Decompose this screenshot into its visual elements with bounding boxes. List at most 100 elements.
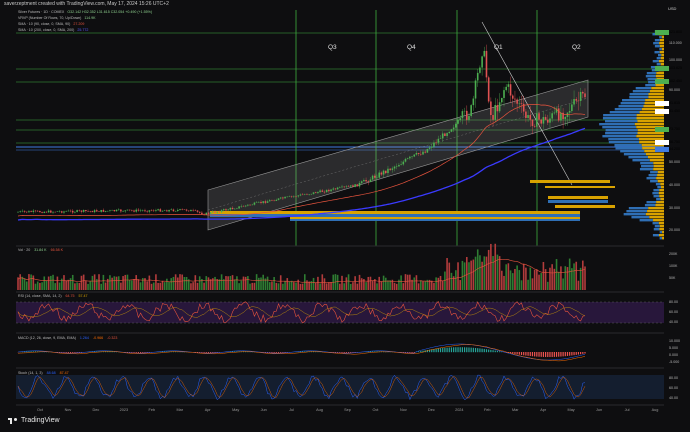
candle-body bbox=[308, 194, 310, 195]
candle-body bbox=[60, 211, 63, 213]
profile-bar-up bbox=[656, 198, 661, 201]
profile-bar-up bbox=[622, 99, 646, 102]
candle-body bbox=[25, 211, 28, 213]
volume-bar bbox=[290, 280, 293, 290]
volume-bar bbox=[546, 281, 549, 290]
volume-bar bbox=[345, 277, 348, 290]
macd-hist-bar bbox=[468, 347, 470, 353]
profile-bar-up bbox=[599, 123, 635, 126]
volume-bar bbox=[98, 274, 100, 290]
candle-body bbox=[249, 204, 251, 206]
macd-hist-bar bbox=[525, 352, 527, 356]
candle-body bbox=[505, 86, 507, 91]
profile-bar-down bbox=[659, 228, 664, 231]
profile-bar-up bbox=[652, 234, 659, 237]
candle-body bbox=[501, 97, 503, 103]
macd-hist-bar bbox=[529, 352, 531, 357]
macd-hist-bar bbox=[350, 352, 352, 353]
rsi-pane-label[interactable]: RSI (14, close, SMA, 14, 2) 64.75 57.47 bbox=[18, 294, 88, 298]
profile-bar-up bbox=[614, 144, 642, 147]
volume-bar bbox=[317, 276, 319, 290]
macd-hist-bar bbox=[492, 350, 494, 353]
volume-bar bbox=[457, 262, 459, 290]
candle-body bbox=[299, 194, 302, 196]
profile-bar-up bbox=[644, 204, 656, 207]
volume-bar bbox=[19, 274, 21, 290]
volume-bar bbox=[255, 274, 258, 290]
profile-bar-up bbox=[608, 138, 639, 141]
volume-bar bbox=[470, 260, 472, 290]
candle-body bbox=[336, 187, 339, 190]
macd-hist-bar bbox=[466, 347, 468, 353]
volume-bar bbox=[279, 275, 282, 290]
candle-body bbox=[288, 196, 291, 197]
volume-bar bbox=[551, 264, 553, 290]
macd-hist-bar bbox=[210, 352, 212, 353]
volume-bar bbox=[240, 280, 243, 290]
macd-pane-label[interactable]: MACD (12, 26, close, 9, EMA, EMA) 1.264 … bbox=[18, 336, 117, 340]
profile-bar-up bbox=[659, 231, 663, 234]
macd-hist-bar bbox=[212, 352, 214, 353]
volume-bar bbox=[36, 281, 39, 290]
candle-body bbox=[391, 168, 394, 170]
volume-bar bbox=[190, 283, 192, 290]
volume-bar bbox=[514, 268, 516, 290]
candle-body bbox=[450, 129, 453, 132]
volume-bar bbox=[536, 269, 538, 290]
volume-bar bbox=[214, 276, 216, 290]
profile-bar-up bbox=[654, 39, 660, 42]
macd-hist-bar bbox=[584, 352, 586, 354]
profile-bar-up bbox=[656, 57, 661, 60]
profile-bar-down bbox=[637, 120, 664, 123]
candle-body bbox=[253, 202, 256, 205]
candle-body bbox=[349, 185, 352, 187]
volume-bar bbox=[209, 279, 212, 290]
macd-hist-bar bbox=[109, 351, 111, 353]
volume-bar bbox=[306, 280, 308, 290]
volume-bar bbox=[120, 282, 122, 290]
volume-pane-label[interactable]: Vol · 20 31.84 K 66.58 K bbox=[18, 248, 63, 252]
macd-hist-bar bbox=[69, 352, 72, 353]
volume-bar bbox=[71, 274, 74, 290]
profile-bar-down bbox=[653, 219, 664, 222]
profile-bar-down bbox=[645, 153, 664, 156]
profile-bar-down bbox=[656, 201, 664, 204]
profile-bar-down bbox=[658, 222, 664, 225]
profile-bar bbox=[545, 186, 615, 188]
macd-hist-bar bbox=[490, 349, 492, 353]
macd-hist-bar bbox=[367, 351, 369, 353]
volume-bar bbox=[441, 280, 444, 290]
volume-bar bbox=[100, 283, 102, 290]
stoch-k-value: 88.68 bbox=[46, 371, 56, 375]
candle-body bbox=[314, 192, 317, 194]
time-axis-label: Sep bbox=[344, 408, 351, 412]
macd-hist-bar bbox=[461, 347, 464, 353]
macd-hist-bar bbox=[205, 352, 207, 353]
volume-bar bbox=[411, 279, 413, 290]
candle-body bbox=[47, 210, 50, 213]
candle-body bbox=[343, 186, 345, 188]
macd-hist-bar bbox=[339, 352, 341, 353]
volume-bar bbox=[450, 272, 453, 290]
time-axis-label: Oct bbox=[37, 408, 43, 412]
time-axis-label: 2024 bbox=[455, 408, 464, 412]
profile-bar-down bbox=[634, 123, 664, 126]
price-axis-label: 100.000 bbox=[669, 58, 682, 62]
macd-hist-bar bbox=[234, 351, 236, 353]
macd-label: MACD (12, 26, close, 9, EMA, EMA) bbox=[18, 336, 76, 340]
macd-hist-bar bbox=[337, 352, 339, 353]
candle-body bbox=[514, 98, 516, 100]
stoch-axis-label: 60.00 bbox=[669, 386, 678, 390]
macd-hist-bar bbox=[301, 351, 304, 353]
macd-hist-bar bbox=[571, 352, 573, 356]
macd-hist-bar bbox=[231, 351, 234, 353]
main-chart[interactable] bbox=[0, 0, 690, 432]
candle-body bbox=[323, 191, 326, 193]
profile-bar-down bbox=[637, 132, 664, 135]
candle-body bbox=[218, 211, 221, 213]
candle-body bbox=[538, 113, 540, 120]
volume-bar bbox=[339, 283, 341, 290]
macd-hist-bar bbox=[566, 352, 569, 356]
volume-bar bbox=[236, 276, 238, 290]
stoch-pane-label[interactable]: Stoch (14, 1, 3) 88.68 87.47 bbox=[18, 371, 69, 375]
